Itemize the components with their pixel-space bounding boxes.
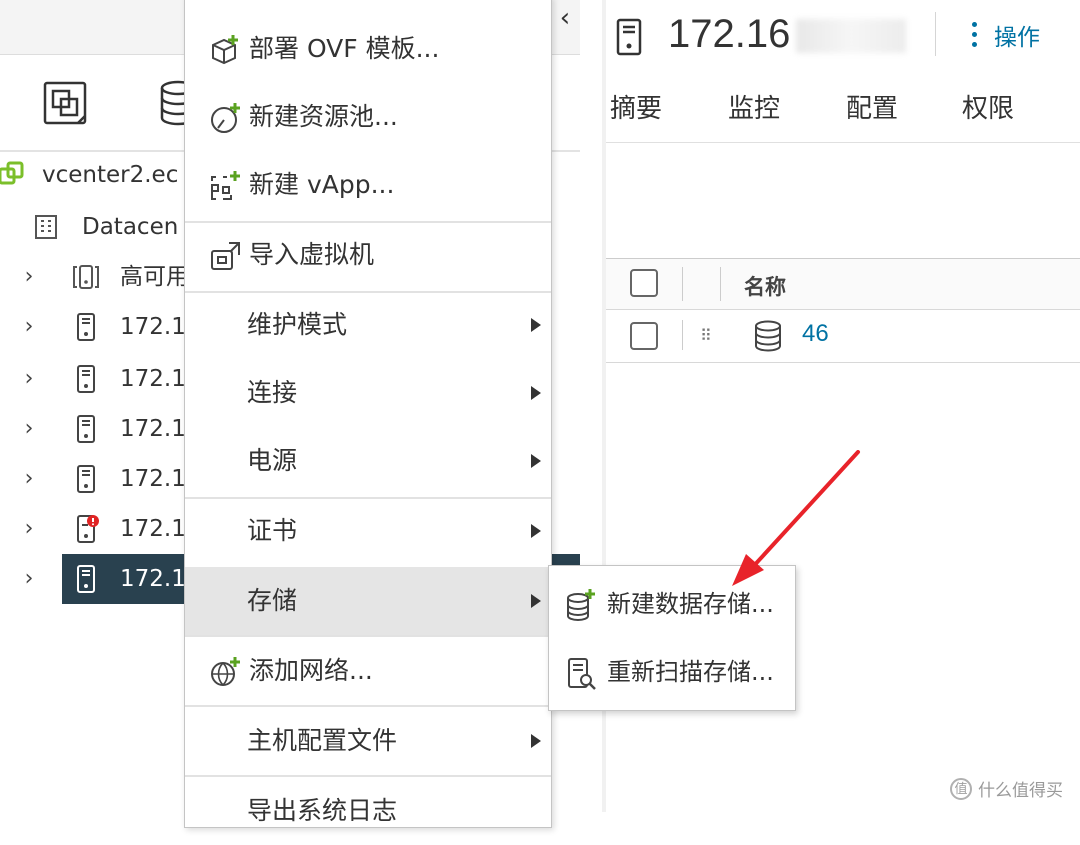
- watermark-logo-icon: 值: [950, 777, 972, 800]
- title-divider: [935, 12, 936, 56]
- menu-item-power[interactable]: 电源: [185, 427, 551, 495]
- host-icon: [77, 365, 95, 393]
- host-context-menu: 部署 OVF 模板... 新建资源池... 新建 vApp... 导入虚拟机 维…: [184, 0, 552, 828]
- host-icon: [77, 565, 95, 593]
- import-vm-icon: [211, 242, 240, 270]
- select-all-checkbox[interactable]: [630, 269, 658, 297]
- expand-chevron-icon[interactable]: ›: [18, 404, 40, 454]
- menu-item-label: 部署 OVF 模板...: [249, 34, 440, 63]
- actions-button[interactable]: 操作: [994, 18, 1040, 52]
- menu-item-label: 证书: [247, 516, 298, 545]
- tab-permissions[interactable]: 权限: [962, 88, 1014, 125]
- menu-item-label: 导出系统日志: [247, 796, 398, 825]
- datastore-grid: 名称 ⠿ 46: [606, 258, 1080, 813]
- menu-item-import-vm[interactable]: 导入虚拟机: [185, 221, 551, 289]
- host-icon: [77, 313, 95, 341]
- submenu-arrow-icon: [531, 386, 541, 400]
- new-resource-pool-icon: [211, 103, 240, 133]
- host-icon: [77, 415, 95, 443]
- new-vapp-icon: [211, 171, 240, 200]
- menu-item-host-profiles[interactable]: 主机配置文件: [185, 707, 551, 775]
- expand-chevron-icon[interactable]: ›: [18, 454, 40, 504]
- column-separator[interactable]: [682, 267, 683, 301]
- storage-submenu: 新建数据存储... 重新扫描存储...: [548, 565, 796, 711]
- hosts-clusters-icon[interactable]: [42, 80, 88, 126]
- submenu-arrow-icon: [531, 594, 541, 608]
- deploy-ovf-icon: [212, 35, 238, 65]
- menu-item-label: 连接: [247, 378, 298, 407]
- host-icon: [616, 18, 642, 56]
- host-warning-icon: [77, 515, 99, 543]
- rescan-storage-icon: [568, 658, 596, 690]
- new-datastore-icon: [567, 589, 595, 621]
- host-name: 172.16: [668, 12, 791, 56]
- row-checkbox[interactable]: [630, 322, 658, 350]
- menu-item-add-network[interactable]: 添加网络...: [185, 637, 551, 705]
- menu-item-label: 存储: [247, 586, 298, 615]
- expand-chevron-icon[interactable]: ›: [18, 302, 40, 352]
- menu-item-storage[interactable]: 存储: [185, 567, 551, 635]
- drag-handle-icon[interactable]: ⠿: [700, 326, 712, 345]
- page-title: 172.16: [668, 12, 907, 57]
- menu-item-deploy-ovf[interactable]: 部署 OVF 模板...: [185, 15, 551, 83]
- menu-item-label: 新建资源池...: [249, 102, 398, 131]
- expand-chevron-icon[interactable]: ›: [18, 554, 40, 604]
- submenu-arrow-icon: [531, 454, 541, 468]
- column-separator: [682, 320, 683, 350]
- tab-monitor[interactable]: 监控: [728, 88, 780, 125]
- expand-chevron-icon[interactable]: ›: [18, 252, 40, 302]
- vcenter-icon: [0, 161, 24, 185]
- actions-menu-icon[interactable]: [972, 22, 978, 52]
- expand-chevron-icon[interactable]: ›: [18, 354, 40, 404]
- menu-item-label: 添加网络...: [249, 656, 373, 685]
- tree-node-label: vcenter2.ec: [42, 162, 179, 188]
- collapse-pane-button[interactable]: ‹: [552, 4, 578, 34]
- submenu-arrow-icon: [531, 318, 541, 332]
- site-watermark: 值什么值得买: [950, 776, 1063, 806]
- tabs-underline: [606, 142, 1080, 143]
- submenu-arrow-icon: [531, 524, 541, 538]
- menu-item-new-datastore[interactable]: 新建数据存储...: [549, 570, 795, 638]
- add-network-icon: [211, 657, 240, 686]
- menu-item-export-system-logs[interactable]: 导出系统日志: [185, 777, 551, 845]
- menu-item-connection[interactable]: 连接: [185, 359, 551, 427]
- datacenter-icon: [35, 215, 57, 239]
- datastore-icon: [755, 320, 781, 352]
- menu-item-label: 新建 vApp...: [249, 170, 395, 199]
- host-icon: [77, 465, 95, 493]
- menu-item-new-resource-pool[interactable]: 新建资源池...: [185, 83, 551, 151]
- table-row[interactable]: ⠿ 46: [606, 310, 1080, 363]
- datastore-link[interactable]: 46: [802, 320, 829, 348]
- menu-item-label: 主机配置文件: [247, 726, 398, 755]
- submenu-arrow-icon: [531, 734, 541, 748]
- watermark-text: 什么值得买: [978, 781, 1063, 801]
- tab-configure[interactable]: 配置: [846, 88, 898, 125]
- tree-node-label: Datacen: [82, 214, 179, 240]
- menu-item-label: 电源: [247, 446, 298, 475]
- redacted-area: [796, 19, 907, 54]
- expand-chevron-icon[interactable]: ›: [18, 504, 40, 554]
- menu-item-rescan-storage[interactable]: 重新扫描存储...: [549, 638, 795, 706]
- column-separator[interactable]: [720, 267, 721, 301]
- cluster-icon: [73, 265, 99, 289]
- menu-item-label: 新建数据存储...: [607, 590, 774, 618]
- menu-item-new-vapp[interactable]: 新建 vApp...: [185, 151, 551, 219]
- menu-item-label: 维护模式: [247, 310, 348, 339]
- menu-item-maintenance-mode[interactable]: 维护模式: [185, 291, 551, 359]
- menu-item-certificates[interactable]: 证书: [185, 497, 551, 565]
- menu-item-label: 导入虚拟机: [249, 240, 375, 269]
- tab-summary[interactable]: 摘要: [610, 88, 662, 125]
- grid-header: 名称: [606, 259, 1080, 310]
- menu-item-label: 重新扫描存储...: [607, 658, 774, 686]
- column-header-name[interactable]: 名称: [744, 271, 786, 301]
- tree-node-label: 高可用: [120, 264, 189, 290]
